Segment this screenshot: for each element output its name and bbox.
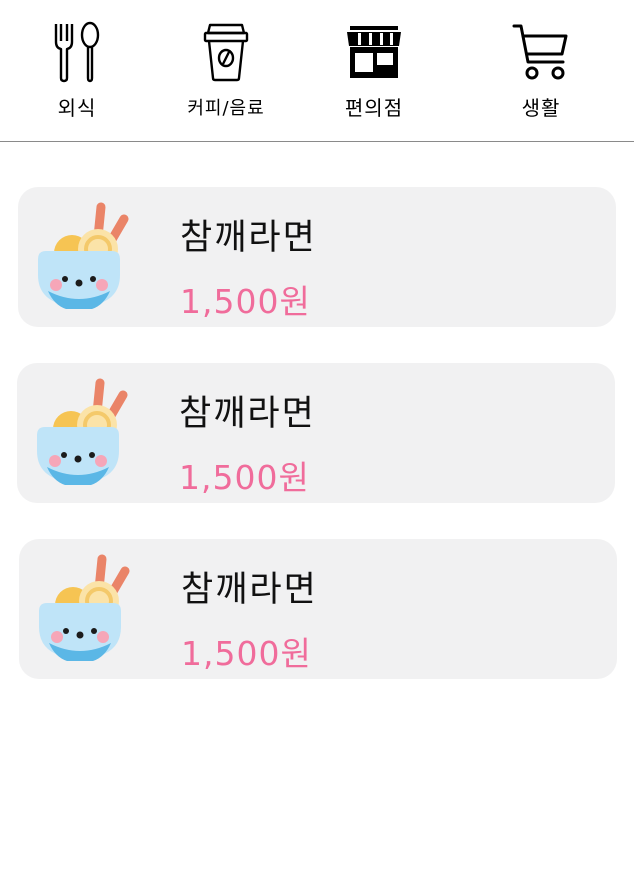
product-card[interactable]: 참깨라면 1,500원 [19,539,617,679]
ramen-bowl-icon [37,378,128,485]
product-price: 1,500원 [180,282,311,321]
nav-item-coffee-drinks[interactable]: 커피/음료 [166,20,286,130]
category-nav: 외식 커피/음료 편의점 생활 [0,0,634,142]
nav-item-convenience-store[interactable]: 편의점 [314,20,434,130]
nav-label-coffee-drinks: 커피/음료 [187,98,265,119]
nav-label-convenience-store: 편의점 [344,96,404,120]
product-price: 1,500원 [179,458,310,497]
product-name: 참깨라면 [180,218,317,258]
shopping-cart-icon [512,24,568,80]
product-name: 참깨라면 [179,394,316,434]
store-icon [347,26,401,78]
product-name: 참깨라면 [181,570,318,610]
nav-label-dining: 외식 [57,96,97,120]
product-price: 1,500원 [181,634,312,673]
coffee-cup-icon [203,23,249,82]
ramen-bowl-icon [39,554,130,661]
product-card[interactable]: 참깨라면 1,500원 [18,187,616,327]
nav-item-living[interactable]: 생활 [481,20,601,130]
nav-label-living: 생활 [521,96,561,120]
nav-item-dining[interactable]: 외식 [17,20,137,130]
fork-spoon-icon [54,21,100,83]
product-card[interactable]: 참깨라면 1,500원 [17,363,615,503]
ramen-bowl-icon [38,202,129,309]
